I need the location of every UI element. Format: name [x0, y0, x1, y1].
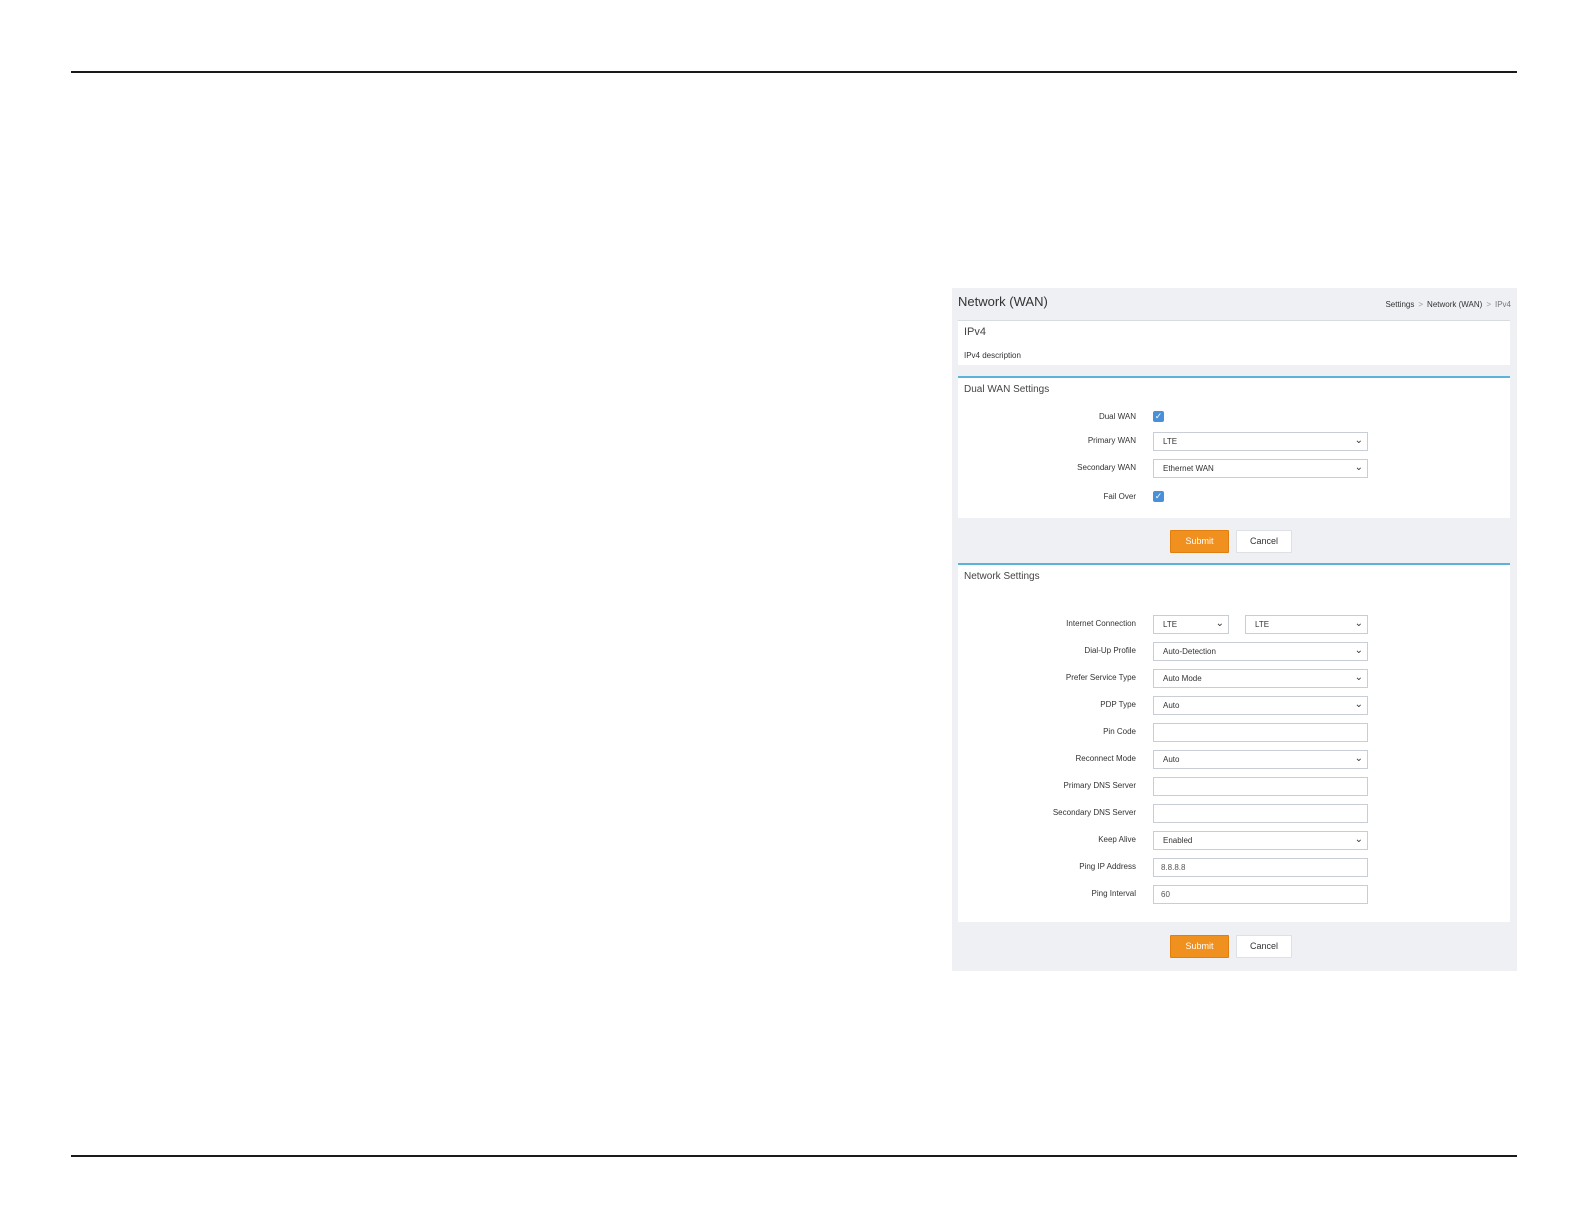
primary-dns-input[interactable] — [1153, 777, 1368, 796]
breadcrumb-separator: > — [1486, 300, 1491, 309]
dialup-profile-select[interactable]: Auto-Detection ⌄ — [1153, 642, 1368, 661]
reconnect-mode-value: Auto — [1163, 755, 1180, 764]
network-cancel-button[interactable]: Cancel — [1236, 935, 1292, 958]
chevron-down-icon: ⌄ — [1354, 753, 1363, 764]
primary-wan-label: Primary WAN — [1087, 436, 1136, 445]
dual-wan-submit-button[interactable]: Submit — [1170, 530, 1229, 553]
primary-dns-row: Primary DNS Server — [958, 777, 1510, 796]
pdp-type-row: PDP Type Auto ⌄ — [958, 696, 1510, 715]
dual-wan-label: Dual WAN — [1098, 412, 1136, 421]
keep-alive-row: Keep Alive Enabled ⌄ — [958, 831, 1510, 850]
network-settings-card: Network Settings Internet Connection LTE… — [958, 563, 1510, 922]
internet-connection-value: LTE — [1163, 620, 1178, 629]
ping-interval-row: Ping Interval 60 — [958, 885, 1510, 904]
pdp-type-label: PDP Type — [1100, 700, 1136, 709]
breadcrumb: Settings > Network (WAN) > IPv4 — [1385, 300, 1511, 309]
internet-connection-sub-value: LTE — [1255, 620, 1270, 629]
keep-alive-value: Enabled — [1163, 836, 1193, 845]
chevron-down-icon: ⌄ — [1354, 462, 1363, 473]
breadcrumb-separator: > — [1418, 300, 1424, 309]
chevron-down-icon: ⌄ — [1354, 618, 1363, 629]
pin-code-input[interactable] — [1153, 723, 1368, 742]
chevron-down-icon: ⌄ — [1354, 672, 1363, 683]
keep-alive-select[interactable]: Enabled ⌄ — [1153, 831, 1368, 850]
network-submit-button[interactable]: Submit — [1170, 935, 1229, 958]
ipv4-description: IPv4 description — [964, 351, 1021, 360]
dual-wan-row: Dual WAN ✓ — [958, 408, 1510, 427]
chevron-down-icon: ⌄ — [1215, 618, 1224, 629]
prefer-service-type-value: Auto Mode — [1163, 674, 1202, 683]
primary-dns-label: Primary DNS Server — [1063, 781, 1136, 790]
internet-connection-row: Internet Connection LTE ⌄ LTE ⌄ — [958, 615, 1510, 634]
secondary-wan-row: Secondary WAN Ethernet WAN ⌄ — [958, 459, 1510, 478]
ping-ip-label: Ping IP Address — [1079, 862, 1136, 871]
fail-over-label: Fail Over — [1103, 492, 1136, 501]
prefer-service-type-label: Prefer Service Type — [1065, 673, 1136, 682]
ping-ip-input[interactable]: 8.8.8.8 — [1153, 858, 1368, 877]
reconnect-mode-select[interactable]: Auto ⌄ — [1153, 750, 1368, 769]
reconnect-mode-label: Reconnect Mode — [1075, 754, 1136, 763]
internet-connection-sub-select[interactable]: LTE ⌄ — [1245, 615, 1368, 634]
secondary-dns-row: Secondary DNS Server — [958, 804, 1510, 823]
pdp-type-value: Auto — [1163, 701, 1180, 710]
top-rule — [71, 71, 1517, 73]
ipv4-intro-card: IPv4 IPv4 description — [958, 320, 1510, 365]
dual-wan-settings-card: Dual WAN Settings Dual WAN ✓ Primary WAN… — [958, 376, 1510, 518]
dual-wan-cancel-button[interactable]: Cancel — [1236, 530, 1292, 553]
ping-interval-label: Ping Interval — [1091, 889, 1136, 898]
chevron-down-icon: ⌄ — [1354, 435, 1363, 446]
network-settings-title: Network Settings — [964, 571, 1040, 582]
primary-wan-row: Primary WAN LTE ⌄ — [958, 432, 1510, 451]
bottom-rule — [71, 1155, 1517, 1157]
pin-code-row: Pin Code — [958, 723, 1510, 742]
secondary-wan-label: Secondary WAN — [1077, 463, 1136, 472]
prefer-service-type-select[interactable]: Auto Mode ⌄ — [1153, 669, 1368, 688]
dialup-profile-row: Dial-Up Profile Auto-Detection ⌄ — [958, 642, 1510, 661]
primary-wan-select[interactable]: LTE ⌄ — [1153, 432, 1368, 451]
page-title: Network (WAN) — [958, 294, 1048, 309]
secondary-dns-input[interactable] — [1153, 804, 1368, 823]
dialup-profile-value: Auto-Detection — [1163, 647, 1216, 656]
router-settings-screenshot: Network (WAN) Settings > Network (WAN) > IPv… — [952, 288, 1517, 971]
breadcrumb-settings[interactable]: Settings — [1385, 300, 1414, 309]
fail-over-checkbox[interactable]: ✓ — [1153, 491, 1164, 502]
ping-interval-input[interactable]: 60 — [1153, 885, 1368, 904]
prefer-service-type-row: Prefer Service Type Auto Mode ⌄ — [958, 669, 1510, 688]
dialup-profile-label: Dial-Up Profile — [1084, 646, 1136, 655]
breadcrumb-network-wan[interactable]: Network (WAN) — [1427, 300, 1482, 309]
ping-ip-row: Ping IP Address 8.8.8.8 — [958, 858, 1510, 877]
breadcrumb-ipv4: IPv4 — [1494, 300, 1511, 309]
reconnect-mode-row: Reconnect Mode Auto ⌄ — [958, 750, 1510, 769]
secondary-dns-label: Secondary DNS Server — [1052, 808, 1136, 817]
keep-alive-label: Keep Alive — [1098, 835, 1136, 844]
pdp-type-select[interactable]: Auto ⌄ — [1153, 696, 1368, 715]
dual-wan-settings-title: Dual WAN Settings — [964, 384, 1050, 395]
ipv4-title: IPv4 — [964, 326, 987, 338]
dual-wan-checkbox[interactable]: ✓ — [1153, 411, 1164, 422]
internet-connection-select[interactable]: LTE ⌄ — [1153, 615, 1229, 634]
pin-code-label: Pin Code — [1103, 727, 1136, 736]
chevron-down-icon: ⌄ — [1354, 645, 1363, 656]
secondary-wan-value: Ethernet WAN — [1163, 464, 1214, 473]
fail-over-row: Fail Over ✓ — [958, 488, 1510, 507]
chevron-down-icon: ⌄ — [1354, 834, 1363, 845]
secondary-wan-select[interactable]: Ethernet WAN ⌄ — [1153, 459, 1368, 478]
internet-connection-label: Internet Connection — [1066, 619, 1136, 628]
chevron-down-icon: ⌄ — [1354, 699, 1363, 710]
primary-wan-value: LTE — [1163, 437, 1178, 446]
